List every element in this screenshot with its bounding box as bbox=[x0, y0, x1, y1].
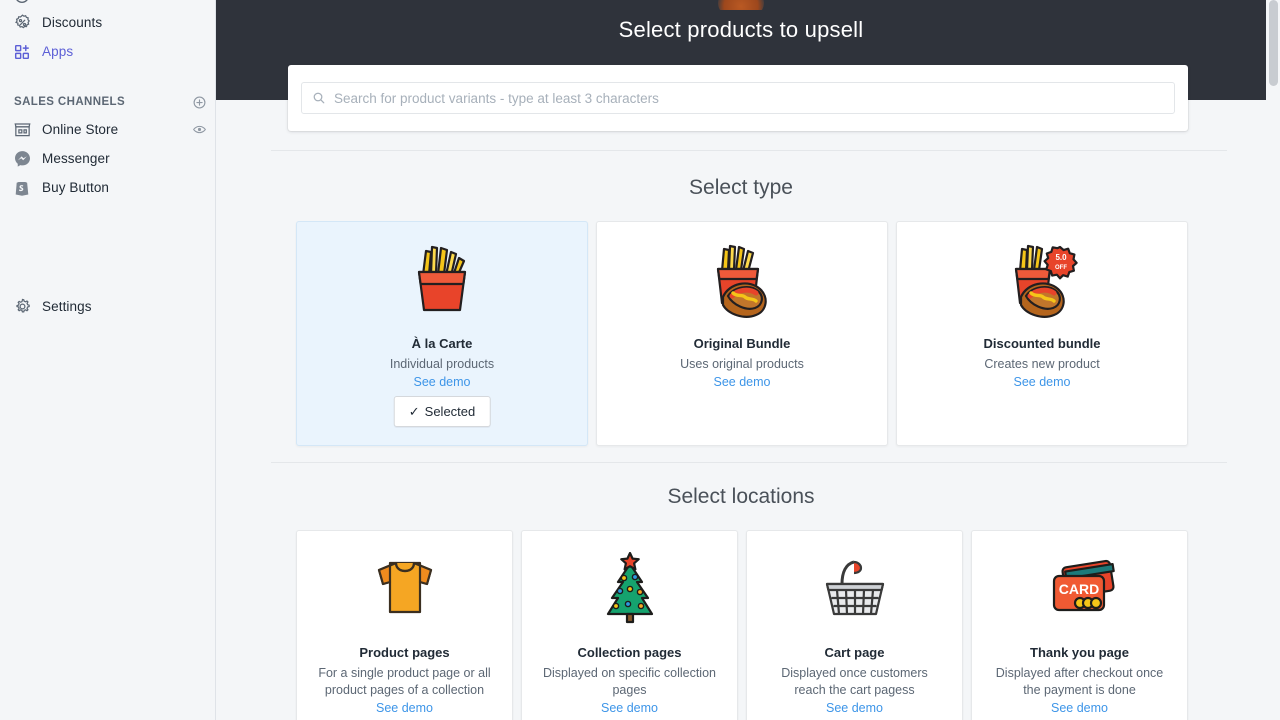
see-demo-link[interactable]: See demo bbox=[1051, 701, 1108, 715]
location-card-product-pages[interactable]: Product pages For a single product page … bbox=[296, 530, 513, 720]
type-card-description: Uses original products bbox=[680, 356, 804, 371]
fries-hotdog-discount-icon: 5.0 OFF bbox=[1004, 238, 1080, 322]
upsell-modal: Select products to upsell Select type bbox=[216, 0, 1280, 720]
sidebar-item-apps[interactable]: Apps bbox=[0, 37, 215, 66]
see-demo-link[interactable]: See demo bbox=[826, 701, 883, 715]
location-card-name: Collection pages bbox=[577, 645, 682, 660]
location-card-cart-page[interactable]: Cart page Displayed once customers reach… bbox=[746, 530, 963, 720]
selected-button[interactable]: ✓ Selected bbox=[393, 396, 491, 427]
location-card-description: Displayed on specific collection pages bbox=[542, 665, 716, 698]
app-root: Discounts Apps SALES CHANNELS Online Sto… bbox=[0, 0, 1280, 720]
location-card-name: Cart page bbox=[824, 645, 885, 660]
sales-channels-title: SALES CHANNELS bbox=[14, 96, 126, 108]
location-card-description: Displayed after checkout once the paymen… bbox=[995, 665, 1164, 698]
sidebar-item-discounts-label: Discounts bbox=[42, 15, 103, 30]
type-card-name: Original Bundle bbox=[693, 336, 791, 351]
sidebar-item-online-store-label: Online Store bbox=[42, 122, 119, 137]
sidebar-item-messenger[interactable]: Messenger bbox=[0, 144, 215, 173]
fries-hotdog-icon bbox=[705, 238, 779, 322]
select-locations-heading: Select locations bbox=[667, 485, 815, 508]
sidebar-item-online-store[interactable]: Online Store bbox=[0, 115, 215, 144]
location-card-name: Thank you page bbox=[1030, 645, 1129, 660]
type-card-original-bundle[interactable]: Original Bundle Uses original products S… bbox=[596, 221, 888, 446]
sidebar-item-messenger-label: Messenger bbox=[42, 151, 110, 166]
shopping-basket-icon bbox=[818, 547, 892, 631]
sidebar-item-apps-label: Apps bbox=[42, 44, 74, 59]
see-demo-link[interactable]: See demo bbox=[376, 701, 433, 715]
location-card-thank-you-page[interactable]: CARD Thank you page Displayed after chec… bbox=[971, 530, 1188, 720]
credit-card-icon: CARD bbox=[1042, 547, 1118, 631]
search-card bbox=[288, 65, 1188, 131]
sidebar-settings-group: Settings bbox=[0, 292, 215, 321]
svg-text:OFF: OFF bbox=[1055, 265, 1067, 271]
eye-icon[interactable] bbox=[191, 122, 207, 138]
select-type-heading: Select type bbox=[689, 176, 793, 199]
divider-middle bbox=[271, 462, 1227, 463]
sidebar-item-discounts[interactable]: Discounts bbox=[0, 8, 215, 37]
fries-icon bbox=[409, 238, 475, 322]
location-card-collection-pages[interactable]: Collection pages Displayed on specific c… bbox=[521, 530, 738, 720]
svg-text:5.0: 5.0 bbox=[1055, 253, 1067, 262]
plus-circle-icon[interactable] bbox=[191, 94, 207, 110]
sidebar-item-settings-label: Settings bbox=[42, 299, 92, 314]
search-field-wrapper[interactable] bbox=[301, 82, 1175, 114]
type-card-discounted-bundle[interactable]: 5.0 OFF Discounted bundle Creates new pr… bbox=[896, 221, 1188, 446]
christmas-tree-icon bbox=[597, 547, 663, 631]
type-card-description: Creates new product bbox=[984, 356, 1100, 371]
page-title: Select products to upsell bbox=[618, 17, 864, 42]
sidebar-item-buy-button-label: Buy Button bbox=[42, 180, 110, 195]
sidebar: Discounts Apps SALES CHANNELS Online Sto… bbox=[0, 0, 216, 720]
type-card-name: Discounted bundle bbox=[983, 336, 1101, 351]
sidebar-section-sales-channels: SALES CHANNELS bbox=[0, 89, 215, 115]
svg-text:CARD: CARD bbox=[1058, 581, 1098, 597]
location-card-description: For a single product page or all product… bbox=[318, 665, 491, 698]
check-icon: ✓ bbox=[408, 403, 420, 419]
selected-button-label: Selected bbox=[424, 404, 476, 419]
type-card-description: Individual products bbox=[389, 356, 495, 371]
search-icon bbox=[312, 91, 326, 105]
tshirt-icon bbox=[369, 547, 441, 631]
scrollbar-thumb[interactable] bbox=[1269, 0, 1278, 86]
see-demo-link[interactable]: See demo bbox=[414, 375, 471, 389]
select-type-card-row: À la Carte Individual products See demo … bbox=[296, 221, 1188, 446]
messenger-icon bbox=[12, 149, 32, 169]
type-card-a-la-carte[interactable]: À la Carte Individual products See demo … bbox=[296, 221, 588, 446]
sidebar-item-settings[interactable]: Settings bbox=[0, 292, 215, 321]
see-demo-link[interactable]: See demo bbox=[714, 375, 771, 389]
see-demo-link[interactable]: See demo bbox=[1014, 375, 1071, 389]
location-card-description: Displayed once customers reach the cart … bbox=[781, 665, 928, 698]
location-card-name: Product pages bbox=[359, 645, 450, 660]
sidebar-item-buy-button[interactable]: Buy Button bbox=[0, 173, 215, 202]
shopify-bag-icon bbox=[12, 178, 32, 198]
gear-icon bbox=[12, 297, 32, 317]
select-locations-card-row: Product pages For a single product page … bbox=[296, 530, 1188, 720]
search-input[interactable] bbox=[334, 90, 1164, 106]
divider-top bbox=[271, 150, 1227, 151]
type-card-name: À la Carte bbox=[411, 336, 473, 351]
apps-grid-plus-icon bbox=[12, 42, 32, 62]
storefront-icon bbox=[12, 120, 32, 140]
app-logo-icon bbox=[718, 0, 764, 10]
partial-icon bbox=[12, 0, 32, 6]
page-scrollbar[interactable] bbox=[1266, 0, 1280, 720]
see-demo-link[interactable]: See demo bbox=[601, 701, 658, 715]
discount-tag-icon bbox=[12, 13, 32, 33]
